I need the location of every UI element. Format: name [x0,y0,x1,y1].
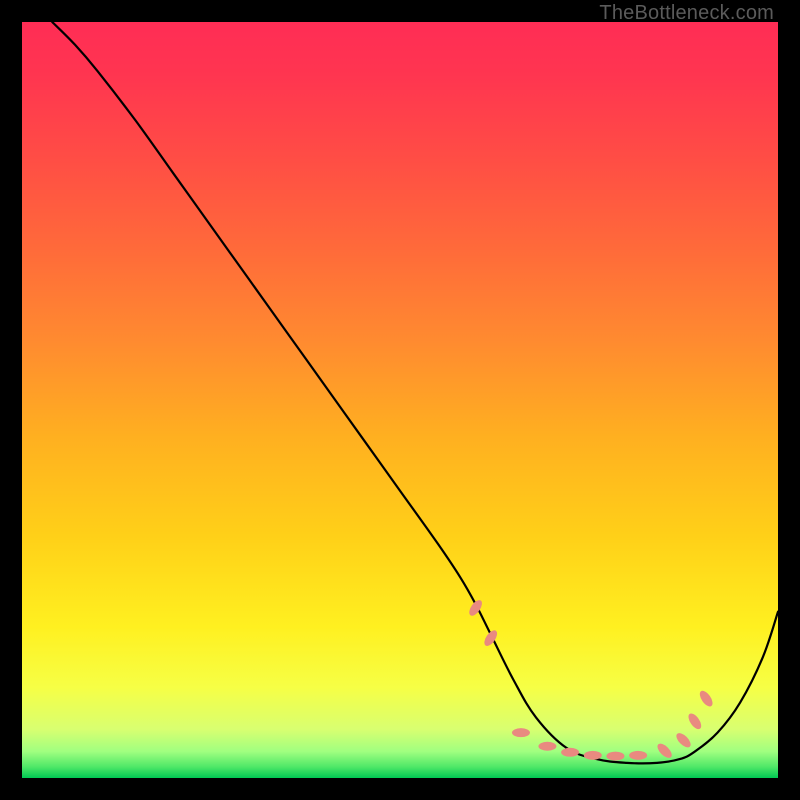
marker-point [561,748,579,757]
marker-point [629,751,647,760]
marker-point [655,741,674,760]
marker-point [538,742,556,751]
watermark-text: TheBottleneck.com [599,2,774,25]
marker-point [512,728,530,737]
marker-point [697,689,715,709]
plot-area [22,22,778,778]
marker-point [584,751,602,760]
bottleneck-curve [52,22,778,763]
chart-stage: TheBottleneck.com [0,0,800,800]
marker-point [686,711,704,731]
marker-point [606,752,624,761]
markers-group [467,598,715,761]
marker-point [674,731,693,750]
bottleneck-curve-svg [22,22,778,778]
